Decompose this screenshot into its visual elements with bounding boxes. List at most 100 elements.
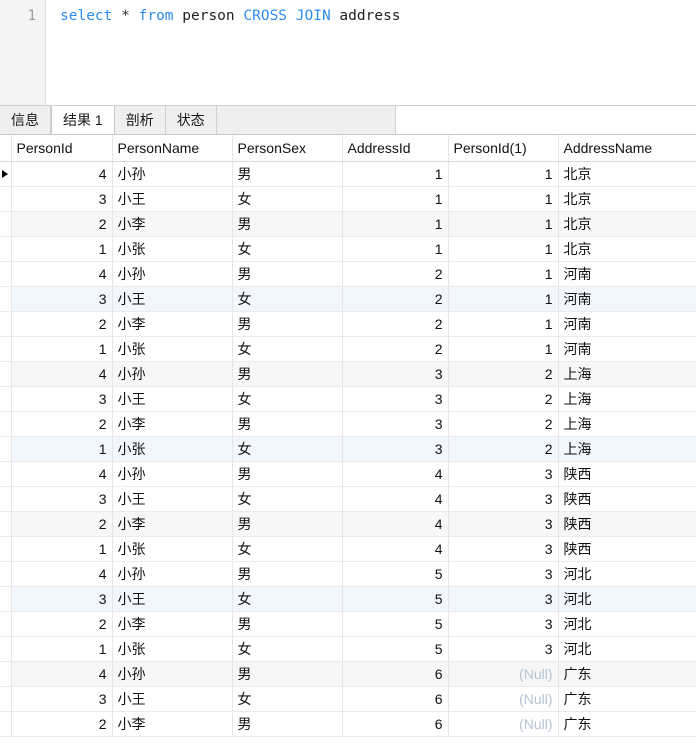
cell-addressid[interactable]: 6 bbox=[342, 661, 449, 687]
cell-personname[interactable]: 小王 bbox=[112, 286, 233, 312]
sql-editor[interactable]: 1 select * from person CROSS JOIN addres… bbox=[0, 0, 696, 105]
cell-personid1[interactable]: 1 bbox=[448, 311, 559, 337]
cell-personsex[interactable]: 男 bbox=[232, 361, 343, 387]
cell-addressname[interactable]: 陕西 bbox=[558, 511, 696, 537]
row-indicator-cell[interactable] bbox=[0, 211, 12, 237]
cell-personid1[interactable]: 2 bbox=[448, 436, 559, 462]
cell-addressid[interactable]: 1 bbox=[342, 161, 449, 187]
cell-personid[interactable]: 2 bbox=[11, 711, 113, 737]
cell-personname[interactable]: 小张 bbox=[112, 536, 233, 562]
cell-addressid[interactable]: 2 bbox=[342, 286, 449, 312]
cell-personname[interactable]: 小王 bbox=[112, 186, 233, 212]
cell-personid1[interactable]: 3 bbox=[448, 511, 559, 537]
cell-personid[interactable]: 3 bbox=[11, 686, 113, 712]
cell-personid1[interactable]: (Null) bbox=[448, 711, 559, 737]
result-grid[interactable]: PersonId PersonName PersonSex AddressId … bbox=[0, 135, 696, 747]
table-row[interactable]: 2 小李男 1 1 北京 bbox=[0, 211, 696, 237]
cell-personsex[interactable]: 女 bbox=[232, 486, 343, 512]
cell-personsex[interactable]: 男 bbox=[232, 511, 343, 537]
table-row[interactable]: 2 小李男 5 3 河北 bbox=[0, 611, 696, 637]
tab-info[interactable]: 信息 bbox=[0, 106, 51, 134]
cell-personsex[interactable]: 男 bbox=[232, 311, 343, 337]
cell-addressid[interactable]: 4 bbox=[342, 536, 449, 562]
cell-personid1[interactable]: 3 bbox=[448, 561, 559, 587]
cell-personname[interactable]: 小张 bbox=[112, 236, 233, 262]
cell-addressid[interactable]: 4 bbox=[342, 486, 449, 512]
table-row[interactable]: 4 小孙男 1 1 北京 bbox=[0, 161, 696, 187]
cell-personid1[interactable]: 3 bbox=[448, 636, 559, 662]
row-indicator-cell[interactable] bbox=[0, 336, 12, 362]
column-header-personid1[interactable]: PersonId(1) bbox=[448, 135, 559, 162]
cell-personid[interactable]: 3 bbox=[11, 286, 113, 312]
row-indicator-cell[interactable] bbox=[0, 461, 12, 487]
cell-addressname[interactable]: 河南 bbox=[558, 286, 696, 312]
table-row[interactable]: 2 小李男 2 1 河南 bbox=[0, 311, 696, 337]
row-indicator-cell[interactable] bbox=[0, 386, 12, 412]
cell-personsex[interactable]: 女 bbox=[232, 386, 343, 412]
cell-personid1[interactable]: 1 bbox=[448, 286, 559, 312]
cell-personid1[interactable]: 1 bbox=[448, 161, 559, 187]
cell-personid[interactable]: 1 bbox=[11, 436, 113, 462]
cell-personname[interactable]: 小李 bbox=[112, 311, 233, 337]
cell-personid1[interactable]: 3 bbox=[448, 461, 559, 487]
cell-personsex[interactable]: 女 bbox=[232, 686, 343, 712]
cell-personid1[interactable]: 1 bbox=[448, 186, 559, 212]
cell-addressid[interactable]: 3 bbox=[342, 361, 449, 387]
tab-result-1[interactable]: 结果 1 bbox=[51, 106, 115, 134]
table-row[interactable]: 3 小王女 4 3 陕西 bbox=[0, 486, 696, 512]
table-row[interactable]: 3 小王女 5 3 河北 bbox=[0, 586, 696, 612]
cell-personid[interactable]: 3 bbox=[11, 586, 113, 612]
column-header-personname[interactable]: PersonName bbox=[112, 135, 233, 162]
cell-personname[interactable]: 小孙 bbox=[112, 661, 233, 687]
cell-personname[interactable]: 小张 bbox=[112, 336, 233, 362]
row-indicator-cell[interactable] bbox=[0, 586, 12, 612]
cell-personid[interactable]: 2 bbox=[11, 411, 113, 437]
table-row[interactable]: 1 小张女 3 2 上海 bbox=[0, 436, 696, 462]
cell-personid1[interactable]: 2 bbox=[448, 411, 559, 437]
cell-addressname[interactable]: 陕西 bbox=[558, 486, 696, 512]
table-row[interactable]: 1 小张女 5 3 河北 bbox=[0, 636, 696, 662]
table-row[interactable]: 1 小张女 4 3 陕西 bbox=[0, 536, 696, 562]
column-header-addressname[interactable]: AddressName bbox=[558, 135, 696, 162]
cell-personid[interactable]: 2 bbox=[11, 311, 113, 337]
table-row[interactable]: 3 小王女 2 1 河南 bbox=[0, 286, 696, 312]
cell-personname[interactable]: 小王 bbox=[112, 386, 233, 412]
row-indicator-cell[interactable] bbox=[0, 186, 12, 212]
cell-personid1[interactable]: 3 bbox=[448, 586, 559, 612]
cell-personid[interactable]: 2 bbox=[11, 211, 113, 237]
table-row[interactable]: 2 小李男 6 (Null) 广东 bbox=[0, 711, 696, 737]
cell-personid[interactable]: 3 bbox=[11, 386, 113, 412]
cell-personname[interactable]: 小李 bbox=[112, 411, 233, 437]
row-indicator-cell[interactable] bbox=[0, 561, 12, 587]
cell-personname[interactable]: 小李 bbox=[112, 211, 233, 237]
cell-personsex[interactable]: 男 bbox=[232, 661, 343, 687]
cell-personid[interactable]: 4 bbox=[11, 461, 113, 487]
cell-addressname[interactable]: 北京 bbox=[558, 236, 696, 262]
row-indicator-cell[interactable] bbox=[0, 661, 12, 687]
cell-personname[interactable]: 小孙 bbox=[112, 561, 233, 587]
cell-personname[interactable]: 小张 bbox=[112, 436, 233, 462]
row-indicator-cell[interactable] bbox=[0, 686, 12, 712]
row-indicator-cell[interactable] bbox=[0, 236, 12, 262]
cell-personsex[interactable]: 女 bbox=[232, 236, 343, 262]
cell-personid[interactable]: 4 bbox=[11, 361, 113, 387]
cell-personid[interactable]: 4 bbox=[11, 261, 113, 287]
table-row[interactable]: 4 小孙男 3 2 上海 bbox=[0, 361, 696, 387]
cell-addressid[interactable]: 4 bbox=[342, 461, 449, 487]
cell-personsex[interactable]: 女 bbox=[232, 636, 343, 662]
cell-personsex[interactable]: 女 bbox=[232, 286, 343, 312]
cell-personsex[interactable]: 女 bbox=[232, 336, 343, 362]
column-header-personsex[interactable]: PersonSex bbox=[232, 135, 343, 162]
cell-personsex[interactable]: 女 bbox=[232, 436, 343, 462]
row-indicator-cell[interactable] bbox=[0, 536, 12, 562]
cell-addressname[interactable]: 上海 bbox=[558, 361, 696, 387]
row-indicator-cell[interactable] bbox=[0, 511, 12, 537]
cell-personid[interactable]: 3 bbox=[11, 186, 113, 212]
cell-addressid[interactable]: 1 bbox=[342, 236, 449, 262]
row-indicator-cell[interactable] bbox=[0, 436, 12, 462]
cell-addressname[interactable]: 河南 bbox=[558, 311, 696, 337]
cell-personsex[interactable]: 男 bbox=[232, 711, 343, 737]
cell-addressname[interactable]: 陕西 bbox=[558, 461, 696, 487]
cell-addressname[interactable]: 北京 bbox=[558, 211, 696, 237]
cell-personname[interactable]: 小张 bbox=[112, 636, 233, 662]
